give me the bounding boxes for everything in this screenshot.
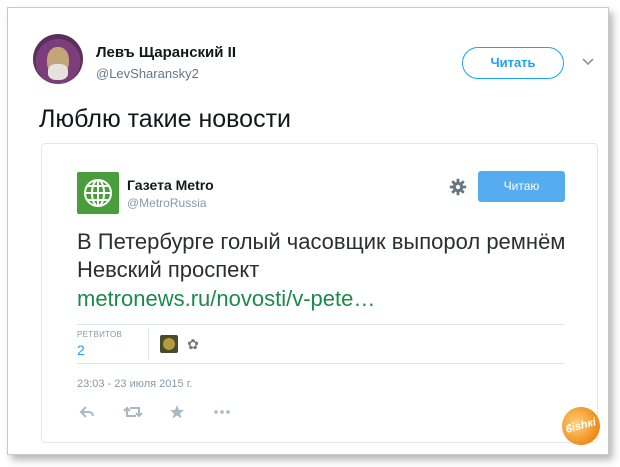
retweets-label: РЕТВИТОВ (77, 330, 123, 339)
like-icon[interactable] (169, 403, 185, 421)
embedded-tweet-text: В Петербурге голый часовщик выпорол ремн… (77, 229, 566, 282)
screenshot-frame: Левъ Щаранский II @LevSharansky2 Читать … (7, 7, 609, 455)
retweets-count[interactable]: 2 (77, 342, 85, 358)
divider (77, 363, 565, 364)
stat-separator (148, 328, 149, 360)
embedded-author-handle[interactable]: @MetroRussia (127, 196, 207, 210)
embedded-author-name[interactable]: Газета Metro (127, 177, 214, 193)
tweet-text: Люблю такие новости (39, 105, 291, 133)
following-button[interactable]: Читаю (478, 171, 565, 202)
author-handle[interactable]: @LevSharansky2 (96, 66, 199, 81)
follow-button[interactable]: Читать (462, 47, 564, 79)
reply-icon[interactable] (79, 403, 95, 421)
timestamp[interactable]: 23:03 - 23 июля 2015 г. (77, 378, 192, 390)
embedded-tweet-link[interactable]: metronews.ru/novosti/v-pete… (77, 286, 375, 312)
embedded-tweet[interactable]: Газета Metro @MetroRussia Читаю В Петерб… (41, 143, 598, 443)
globe-logo-icon[interactable] (77, 172, 119, 214)
retweeter-avatar[interactable]: ✿ (184, 335, 202, 353)
author-name[interactable]: Левъ Щаранский II (96, 44, 236, 61)
retweet-icon[interactable] (123, 403, 143, 421)
chevron-down-icon[interactable] (582, 57, 594, 67)
retweeter-avatar[interactable] (160, 335, 178, 353)
divider (77, 324, 565, 325)
gear-icon[interactable] (449, 178, 467, 196)
avatar[interactable] (33, 34, 83, 84)
more-icon[interactable] (213, 403, 231, 421)
